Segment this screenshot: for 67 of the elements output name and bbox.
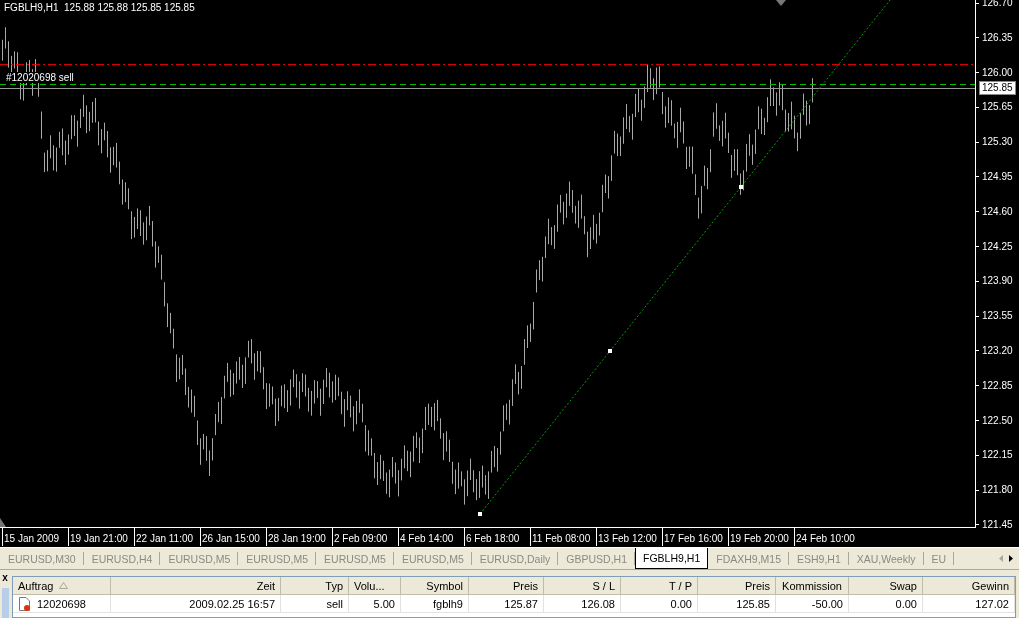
order-icon [18, 596, 31, 611]
chart-header: FGBLH9,H1 125.88 125.88 125.85 125.85 [4, 2, 195, 13]
column-header[interactable]: Preis [698, 577, 776, 595]
column-header[interactable]: Preis [469, 577, 544, 595]
column-header[interactable]: Zeit [111, 577, 281, 595]
time-axis-label: 4 Feb 14:00 [398, 528, 464, 546]
table-cell: fgblh9 [401, 595, 469, 613]
scroll-left-icon[interactable] [999, 555, 1003, 562]
price-axis-label: 124.95 [976, 171, 1019, 183]
time-axis-label: 11 Feb 08:00 [530, 528, 596, 546]
time-axis-label: 15 Jan 2009 [2, 528, 68, 546]
price-axis-label: 123.20 [976, 344, 1019, 357]
table-cell: 127.02 [923, 595, 1015, 613]
column-header[interactable]: S / L [544, 577, 621, 595]
time-axis-label: 24 Feb 10:00 [794, 528, 860, 546]
time-axis-label: 22 Jan 11:00 [134, 528, 200, 546]
time-axis-label: 19 Feb 20:00 [728, 528, 794, 546]
table-cell: 5.00 [349, 595, 401, 613]
order-label: #12020698 sell [6, 72, 74, 83]
table-cell: 126.08 [544, 595, 621, 613]
price-axis-label: 122.85 [976, 379, 1019, 392]
time-axis-label: 26 Jan 15:00 [200, 528, 266, 546]
price-axis-label: 123.90 [976, 275, 1019, 288]
table-cell: 0.00 [621, 595, 698, 613]
sort-icon [59, 582, 69, 589]
time-axis-label: 2 Feb 09:00 [332, 528, 398, 546]
table-cell: sell [281, 595, 349, 613]
price-axis-label: 124.60 [976, 205, 1019, 218]
table-cell: 12020698 [13, 595, 111, 613]
table-cell: 0.00 [849, 595, 923, 613]
price-axis-label: 121.80 [976, 484, 1019, 497]
price-axis-label: 126.35 [976, 31, 1019, 44]
close-button[interactable]: x [2, 573, 8, 583]
time-axis-label: 17 Feb 16:00 [662, 528, 728, 546]
time-axis-label: 6 Feb 18:00 [464, 528, 530, 546]
column-header[interactable]: Typ [281, 577, 349, 595]
scroll-right-icon[interactable] [1009, 555, 1013, 562]
time-axis-label: 28 Jan 19:00 [266, 528, 332, 546]
column-header[interactable]: Auftrag [13, 577, 111, 595]
column-header[interactable]: Symbol [401, 577, 469, 595]
price-axis-label: 122.15 [976, 449, 1019, 462]
price-axis-label: 124.25 [976, 240, 1019, 253]
shift-marker-icon[interactable] [776, 0, 786, 6]
table-cell: -50.00 [776, 595, 849, 613]
column-header[interactable]: Volu... [349, 577, 401, 595]
time-axis-label: 13 Feb 12:00 [596, 528, 662, 546]
time-axis-label: 19 Jan 21:00 [68, 528, 134, 546]
table-cell: 125.87 [469, 595, 544, 613]
chart-tab[interactable]: FGBLH9,H1 [635, 548, 709, 569]
price-axis-label: 126.00 [976, 66, 1019, 79]
table-cell: 125.85 [698, 595, 776, 613]
current-price-label: 125.85 [979, 81, 1016, 95]
price-axis-label: 121.45 [976, 518, 1019, 531]
price-axis-label: 122.50 [976, 414, 1019, 427]
column-header[interactable]: T / P [621, 577, 698, 595]
corner-marker-icon [0, 518, 6, 527]
column-header[interactable]: Kommission [776, 577, 849, 595]
table-cell: 2009.02.25 16:57 [111, 595, 281, 613]
column-header[interactable]: Gewinn [923, 577, 1015, 595]
price-axis-label: 123.55 [976, 310, 1019, 323]
trend-anchor-icon[interactable] [608, 349, 612, 353]
column-header[interactable]: Swap [849, 577, 923, 595]
trend-anchor-icon[interactable] [478, 512, 482, 516]
side-panel-strip [1, 588, 9, 618]
price-axis-label: 125.65 [976, 101, 1019, 114]
trend-anchor-icon[interactable] [739, 185, 743, 189]
price-axis-label: 125.30 [976, 136, 1019, 149]
